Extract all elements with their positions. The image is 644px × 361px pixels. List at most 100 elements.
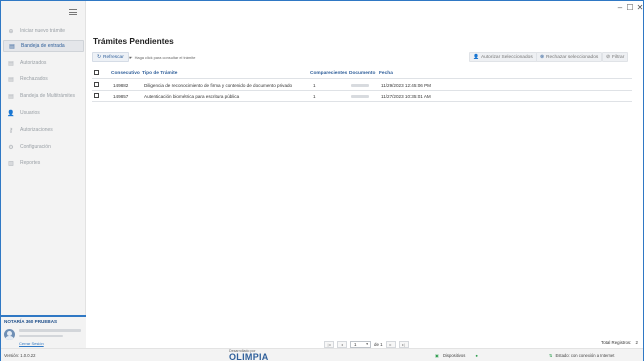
sidebar-item-5[interactable]: 👤 Usuarios [3, 107, 84, 119]
sidebar-item-label: Autorizaciones [20, 127, 53, 133]
document-stack-icon: ▤ [8, 93, 14, 100]
sidebar-item-label: Rechazados [20, 76, 48, 82]
sidebar-item-label: Usuarios [20, 110, 40, 116]
gear-icon: ⚙ [8, 144, 14, 151]
page-select-value: 1 [354, 341, 357, 347]
table-row[interactable]: 149857 Autenticación biométrica para escr… [92, 91, 632, 102]
reject-selected-label: Rechazar seleccionados [546, 54, 599, 60]
key-icon: ⚷ [8, 127, 14, 134]
version-label: Versión: 1.0.0.22 [4, 353, 36, 358]
header-fecha[interactable]: Fecha [379, 71, 393, 76]
user-email-redacted [19, 335, 63, 337]
header-consecutivo[interactable]: Consecutivo [111, 71, 140, 76]
sidebar: ⊕ Iniciar nuevo trámite ▤ Bandeja de entrad… [1, 1, 86, 348]
refresh-label: Refrescar [103, 54, 124, 60]
plus-circle-icon: ⊕ [8, 28, 14, 35]
avatar [4, 329, 15, 340]
row-divider [92, 101, 632, 102]
click-hint: ☛ Haga click para consultar el trámite [129, 55, 195, 60]
pagination: |◂ ◂ 1 ▾ de 1 ▸ ▸| [324, 340, 412, 348]
header-divider [92, 78, 632, 79]
sidebar-item-8[interactable]: ▥ Reportes [3, 157, 84, 169]
title-bar: – ☐ ✕ [1, 1, 644, 15]
total-records: Total Registros: 2 [601, 340, 638, 345]
row-checkbox[interactable] [94, 82, 99, 87]
sidebar-item-6[interactable]: ⚷ Autorizaciones [3, 124, 84, 136]
olimpia-logo: OLIMPIA [229, 352, 269, 361]
sidebar-item-0[interactable]: ⊕ Iniciar nuevo trámite [3, 25, 84, 37]
first-page-button[interactable]: |◂ [324, 340, 334, 348]
refresh-button[interactable]: ↻ Refrescar [92, 52, 129, 62]
filter-icon: ⊘ [606, 54, 611, 60]
user-name-redacted [19, 329, 81, 332]
total-records-value: 2 [635, 340, 638, 345]
sidebar-item-label: Configuración [20, 144, 51, 150]
click-hint-text: Haga click para consultar el trámite [134, 55, 196, 60]
sidebar-item-label: Bandeja de entrada [21, 43, 65, 49]
authorize-selected-button[interactable]: 👤 Autorizar Seleccionados [469, 52, 537, 62]
organization-name: NOTARÍA 360 PRUEBAS [4, 319, 58, 324]
close-icon[interactable]: ✕ [635, 3, 644, 13]
user-check-icon: 👤 [473, 54, 479, 60]
cell-fecha: 11/29/2023 12:45:06 PM [381, 83, 431, 88]
devices-label: Dispositivos [442, 353, 466, 358]
cell-tipo-tramite: Diligencia de reconocimiento de firma y … [144, 83, 293, 88]
filter-button[interactable]: ⊘ Filtrar [602, 52, 629, 62]
reject-icon: ⊗ [540, 54, 545, 60]
sidebar-item-label: Autorizados [20, 60, 47, 66]
cell-tipo-tramite: Autenticación biométrica para escritura … [144, 94, 240, 99]
cell-documento-redacted [351, 84, 369, 87]
authorize-selected-label: Autorizar Seleccionados [480, 54, 533, 60]
connection-status: ⇅ Estado: con conexión a Internet [549, 353, 614, 358]
next-page-button[interactable]: ▸ [385, 340, 396, 348]
page-of-label: de 1 [374, 341, 383, 347]
logout-link[interactable]: Cerrar Sesión [19, 341, 44, 346]
connection-label: Estado: con conexión a Internet [555, 353, 615, 358]
main-content: Trámites Pendientes ↻ Refrescar ☛ Haga c… [87, 15, 643, 348]
check-circle-icon: ● [475, 353, 478, 358]
chevron-down-icon: ▾ [366, 342, 368, 346]
cell-consecutivo: 149857 [113, 94, 129, 99]
last-page-button[interactable]: ▸| [398, 340, 409, 348]
sidebar-item-label: Bandeja de Multitrámites [20, 93, 76, 99]
row-checkbox[interactable] [94, 93, 99, 98]
document-x-icon: ▤ [8, 76, 14, 83]
cell-consecutivo: 149882 [113, 83, 129, 88]
sidebar-item-3[interactable]: ▤ Rechazados [3, 73, 84, 85]
cell-documento-redacted [351, 95, 369, 98]
cell-comparecientes: 1 [313, 94, 316, 99]
pointer-icon: ☛ [129, 55, 133, 60]
sidebar-item-7[interactable]: ⚙ Configuración [3, 141, 84, 153]
app-window: ⊕ Iniciar nuevo trámite ▤ Bandeja de entrad… [0, 0, 644, 361]
devices-status[interactable]: ▣ Dispositivos ● [435, 353, 478, 358]
user-icon: 👤 [7, 110, 15, 117]
sidebar-item-label: Iniciar nuevo trámite [20, 28, 66, 34]
page-select[interactable]: 1 ▾ [350, 340, 371, 348]
status-bar: Versión: 1.0.0.22 Desarrollado por OLIMP… [1, 348, 643, 361]
header-comparecientes[interactable]: Comparecientes [310, 71, 347, 76]
document-icon: ▤ [9, 43, 15, 50]
header-tipo-tramite[interactable]: Tipo de Trámite [142, 71, 177, 76]
reject-selected-button[interactable]: ⊗ Rechazar seleccionados [536, 52, 603, 62]
refresh-icon: ↻ [97, 54, 102, 60]
prev-page-button[interactable]: ◂ [337, 340, 347, 348]
minimize-icon[interactable]: – [615, 3, 625, 13]
document-check-icon: ▤ [8, 60, 14, 67]
organization-panel: NOTARÍA 360 PRUEBAS Cerrar Sesión [1, 315, 86, 348]
table-row[interactable]: 149882 Diligencia de reconocimiento de fi… [92, 80, 632, 91]
total-records-label: Total Registros: [601, 340, 632, 345]
sidebar-item-1[interactable]: ▤ Bandeja de entrada [3, 40, 84, 52]
filter-label: Filtrar [612, 54, 625, 60]
sidebar-item-2[interactable]: ▤ Autorizados [3, 57, 84, 69]
sidebar-item-label: Reportes [20, 160, 41, 166]
sidebar-item-4[interactable]: ▤ Bandeja de Multitrámites [3, 90, 84, 102]
header-documento[interactable]: Documento [349, 71, 375, 76]
cell-fecha: 11/27/2023 10:35:01 AM [381, 94, 431, 99]
network-icon: ⇅ [549, 353, 553, 358]
page-title: Trámites Pendientes [93, 36, 174, 46]
chart-icon: ▥ [8, 160, 14, 167]
maximize-icon[interactable]: ☐ [625, 3, 635, 13]
select-all-checkbox[interactable] [94, 70, 99, 75]
cell-comparecientes: 1 [313, 83, 316, 88]
devices-icon: ▣ [435, 353, 439, 358]
